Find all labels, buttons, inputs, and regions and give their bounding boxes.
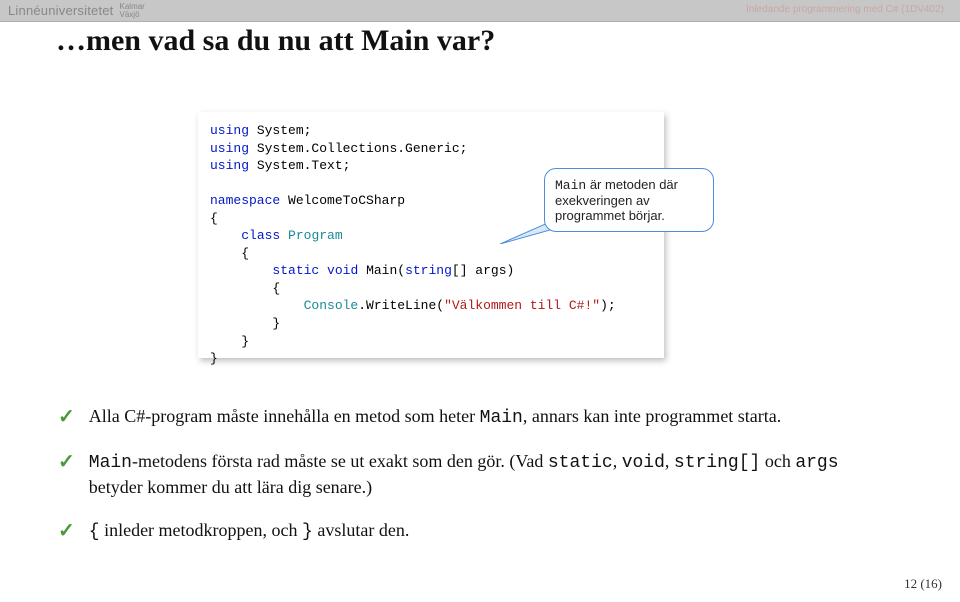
- check-icon: ✓: [58, 449, 75, 500]
- callout-box: Main är metoden där exekveringen av prog…: [544, 168, 714, 232]
- bullet-list: ✓ Alla C#-program måste innehålla en met…: [58, 404, 888, 563]
- bullet-item: ✓ Alla C#-program måste innehålla en met…: [58, 404, 888, 431]
- bullet-item: ✓ Main-metodens första rad måste se ut e…: [58, 449, 888, 500]
- course-header: Inledande programmering med C# (1DV402): [746, 4, 944, 15]
- check-icon: ✓: [58, 404, 75, 431]
- brand-name: Linnéuniversitetet: [8, 3, 114, 18]
- code-sample: using System; using System.Collections.G…: [198, 112, 664, 358]
- callout-pointer-icon: [500, 222, 550, 244]
- callout-code: Main: [555, 178, 586, 193]
- page-number: 12 (16): [904, 576, 942, 592]
- brand-sub: Kalmar Växjö: [120, 3, 145, 17]
- slide-title: …men vad sa du nu att Main var?: [56, 24, 495, 58]
- check-icon: ✓: [58, 518, 75, 545]
- bullet-item: ✓ { inleder metodkroppen, och } avslutar…: [58, 518, 888, 545]
